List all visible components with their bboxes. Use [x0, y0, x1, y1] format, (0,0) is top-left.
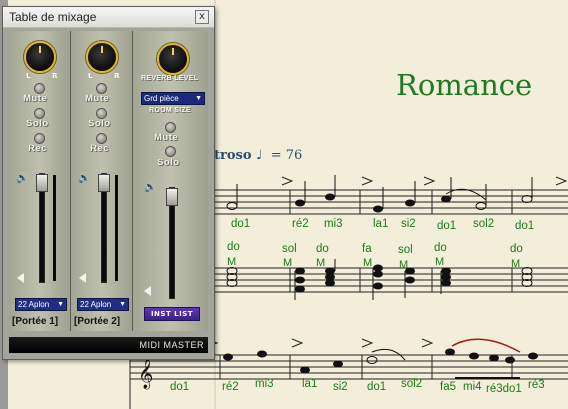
level-meter: [53, 175, 56, 281]
room-size-select[interactable]: Grd pièce ▼: [141, 92, 205, 105]
mute-button[interactable]: Mute: [85, 93, 109, 104]
mute-button[interactable]: Mute: [154, 132, 178, 143]
staff-1: [215, 189, 568, 215]
chord-name: fa: [362, 243, 372, 255]
volume-fader-handle[interactable]: [36, 174, 48, 192]
volume-fader-handle[interactable]: [98, 174, 110, 192]
rec-button[interactable]: Rec: [28, 143, 47, 154]
reverb-level-knob[interactable]: [157, 43, 189, 75]
note-name: ré2: [222, 381, 239, 393]
mixer-title: Table de mixage: [9, 10, 97, 24]
chord-mode: M: [435, 256, 445, 268]
level-triangle-icon: [79, 273, 86, 283]
chord-mode: M: [511, 258, 521, 270]
chord-name: do: [316, 243, 329, 255]
solo-button[interactable]: Solo: [157, 157, 180, 168]
chord-name: do: [510, 243, 523, 255]
chord-name: do: [434, 242, 447, 254]
chord-mode: M: [316, 257, 326, 269]
level-meter: [115, 175, 118, 281]
note-name: do1: [437, 220, 457, 232]
mixer-body: L R Mute Solo Rec 🔊 22 Aplon ▼ [Portée 1…: [9, 31, 208, 331]
note-name: ré2: [292, 218, 309, 230]
note-name: si2: [401, 218, 416, 230]
note-name: la1: [302, 378, 318, 390]
chord-mode: M: [283, 257, 293, 269]
pan-right-label: R: [114, 72, 120, 80]
staff-2-chords: [226, 264, 533, 293]
chord-name: do: [227, 241, 240, 253]
level-triangle-icon: [17, 273, 24, 283]
chevron-down-icon: ▼: [57, 301, 64, 308]
chord-name: sol: [282, 243, 297, 255]
note-name: do1: [515, 220, 535, 232]
mixer-window: Table de mixage x L R Mute Solo Rec 🔊 22…: [2, 6, 215, 360]
room-size-label: ROOM SIZE: [149, 107, 191, 114]
speaker-icon: 🔊: [144, 182, 157, 193]
note-name: mi4: [463, 381, 482, 393]
chord-name: sol: [398, 244, 413, 256]
room-size-value: Grd pièce: [144, 94, 179, 103]
pan-left-label: L: [88, 72, 93, 80]
instrument-select-value: 22 Aplon: [18, 300, 50, 309]
pan-left-label: L: [26, 72, 31, 80]
chord-mode: M: [227, 256, 237, 268]
master-fader-handle[interactable]: [166, 188, 178, 206]
channel-name: [Portée 1]: [12, 316, 59, 327]
staff-1-accents: [281, 176, 568, 186]
treble-clef-icon: 𝄞: [138, 358, 153, 390]
close-button[interactable]: x: [195, 10, 209, 24]
chord-mode: M: [363, 257, 373, 269]
note-name: do1: [231, 218, 251, 230]
note-name: la1: [373, 218, 389, 230]
pan-right-label: R: [52, 72, 58, 80]
note-name: ré3do1: [486, 383, 522, 395]
chord-mode: M: [399, 259, 409, 271]
note-name: si2: [333, 381, 348, 393]
mute-button[interactable]: Mute: [23, 93, 47, 104]
instrument-select[interactable]: 22 Aplon ▼: [77, 298, 129, 311]
solo-led[interactable]: [165, 146, 176, 157]
chevron-down-icon: ▼: [119, 301, 126, 308]
note-name: ré3: [528, 379, 545, 391]
solo-button[interactable]: Solo: [26, 118, 49, 129]
pan-knob[interactable]: [24, 41, 56, 73]
instrument-select-value: 22 Aplon: [80, 300, 112, 309]
staff-3-accents: [206, 338, 434, 348]
midi-master-bar: MIDI MASTER: [9, 337, 208, 353]
channel-strip-1: L R Mute Solo Rec 🔊 22 Aplon ▼ [Portée 1…: [9, 31, 71, 331]
reverb-level-label: REVERB LEVEL: [141, 75, 199, 82]
note-name: do1: [170, 381, 190, 393]
level-triangle-icon: [144, 286, 151, 296]
note-name: mi3: [324, 218, 343, 230]
note-name: sol2: [401, 378, 423, 390]
note-name: do1: [367, 381, 387, 393]
reverb-strip: REVERB LEVEL Grd pièce ▼ ROOM SIZE Mute …: [133, 31, 208, 331]
solo-button[interactable]: Solo: [88, 118, 111, 129]
note-name: sol2: [473, 218, 495, 230]
channel-name: [Portée 2]: [74, 316, 121, 327]
speaker-icon: 🔊: [78, 173, 91, 184]
midi-master-label: MIDI MASTER: [139, 340, 204, 350]
staff-1-stems: [236, 175, 533, 209]
rec-button[interactable]: Rec: [90, 143, 109, 154]
instrument-select[interactable]: 22 Aplon ▼: [15, 298, 67, 311]
note-name: mi3: [255, 378, 274, 390]
channel-strip-2: L R Mute Solo Rec 🔊 22 Aplon ▼ [Portée 2…: [71, 31, 133, 331]
mixer-titlebar[interactable]: Table de mixage x: [3, 7, 214, 28]
note-name: fa5: [440, 381, 456, 393]
staff-2: [215, 267, 568, 293]
inst-list-button[interactable]: INST LIST: [144, 307, 200, 321]
speaker-icon: 🔊: [16, 173, 29, 184]
pan-knob[interactable]: [86, 41, 118, 73]
chevron-down-icon: ▼: [195, 95, 202, 102]
